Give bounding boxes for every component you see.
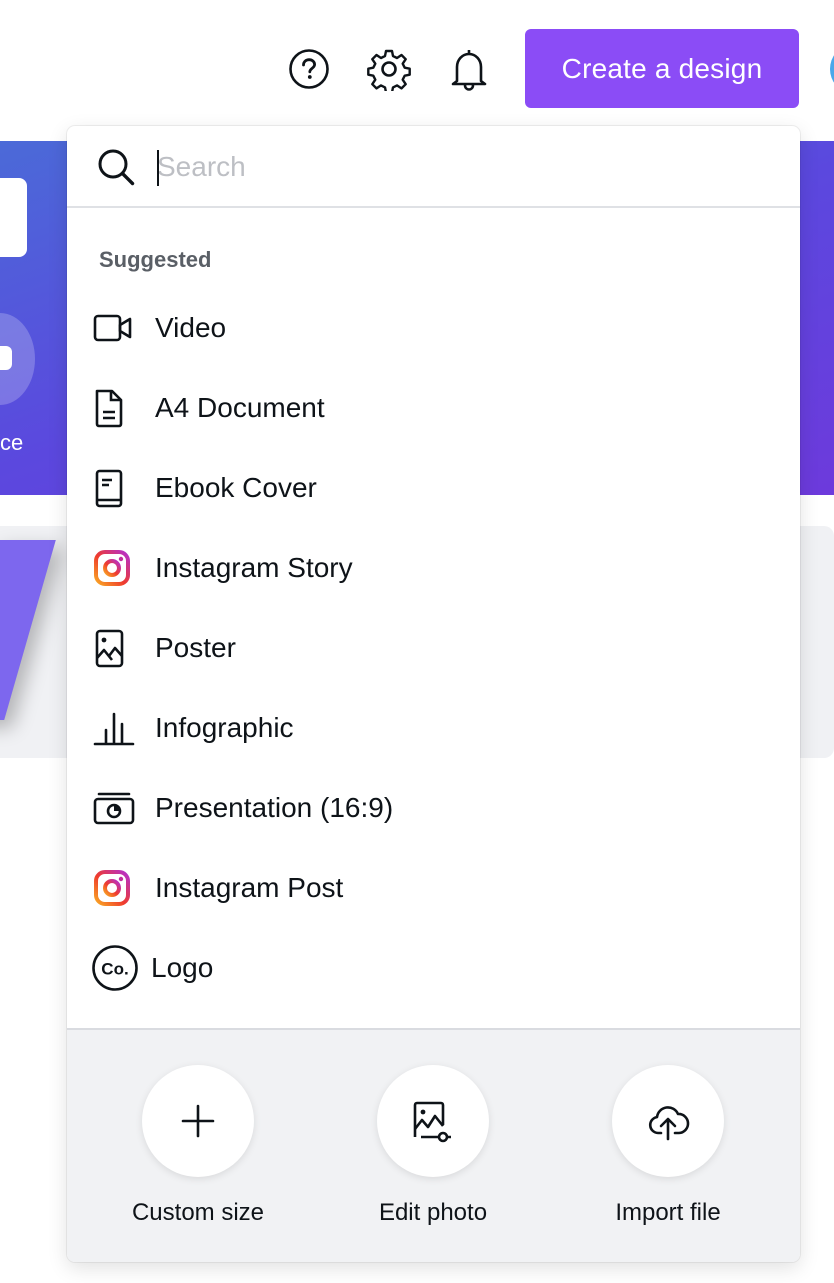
plus-icon <box>181 1104 215 1138</box>
list-item-label: Logo <box>151 952 214 983</box>
avatar[interactable] <box>830 46 834 92</box>
page: ce Create a design Suggested Video A4 Do… <box>0 0 834 1283</box>
presentation-icon <box>93 792 135 825</box>
poster-image-icon <box>95 629 124 668</box>
list-item-poster[interactable]: Poster <box>67 608 800 688</box>
bar-chart-icon <box>93 712 135 746</box>
custom-size-label: Custom size <box>131 1199 265 1226</box>
list-item-logo[interactable]: Co. Logo <box>67 928 800 1008</box>
document-icon <box>95 389 123 428</box>
notifications-button[interactable] <box>446 46 492 92</box>
svg-text:Co.: Co. <box>101 960 128 979</box>
list-item-label: Video <box>155 312 227 343</box>
banner-search-box[interactable] <box>0 178 27 257</box>
custom-size-button[interactable]: Custom size <box>98 1065 298 1227</box>
cloud-upload-icon <box>648 1106 690 1141</box>
search-icon <box>98 149 135 186</box>
list-item-label: Infographic <box>155 712 294 743</box>
edit-photo-button[interactable]: Edit photo <box>333 1065 533 1227</box>
instagram-icon <box>94 870 130 906</box>
import-file-button[interactable]: Import file <box>568 1065 768 1227</box>
import-file-label: Import file <box>615 1199 721 1226</box>
list-item-label: Instagram Story <box>155 552 353 583</box>
search-bar <box>67 126 800 208</box>
help-circle-icon <box>289 49 329 89</box>
edit-photo-label: Edit photo <box>378 1199 488 1226</box>
list-item-label: Instagram Post <box>155 872 344 903</box>
suggested-list: Video A4 Document Ebook Cover Instagram … <box>67 288 800 1008</box>
list-item-a4-document[interactable]: A4 Document <box>67 368 800 448</box>
list-item-instagram-post[interactable]: Instagram Post <box>67 848 800 928</box>
list-item-label: Poster <box>155 632 236 663</box>
quick-actions: Custom size Edit photo Import file <box>67 1028 800 1262</box>
section-label-suggested: Suggested <box>99 247 212 272</box>
list-item-instagram-story[interactable]: Instagram Story <box>67 528 800 608</box>
instagram-icon <box>94 550 130 586</box>
list-item-label: A4 Document <box>155 392 325 423</box>
list-item-video[interactable]: Video <box>67 288 800 368</box>
list-item-ebook-cover[interactable]: Ebook Cover <box>67 448 800 528</box>
list-item-infographic[interactable]: Infographic <box>67 688 800 768</box>
search-input[interactable] <box>157 146 757 188</box>
banner-shortcut-label: ce <box>0 430 24 455</box>
text-caret <box>157 150 159 186</box>
settings-button[interactable] <box>366 46 412 92</box>
bell-icon <box>451 50 487 91</box>
ebook-icon <box>95 469 123 508</box>
help-button[interactable] <box>286 46 332 92</box>
list-item-label: Ebook Cover <box>155 472 317 503</box>
logo-co-icon: Co. <box>92 945 138 991</box>
create-design-button[interactable]: Create a design <box>525 29 799 108</box>
gear-icon <box>367 49 411 91</box>
create-design-dropdown: Suggested Video A4 Document Ebook Cover … <box>67 126 800 1262</box>
edit-photo-icon <box>413 1101 451 1143</box>
video-camera-icon <box>93 314 132 342</box>
list-item-presentation[interactable]: Presentation (16:9) <box>67 768 800 848</box>
banner-shortcut-icon <box>0 346 12 370</box>
list-item-label: Presentation (16:9) <box>155 792 394 823</box>
